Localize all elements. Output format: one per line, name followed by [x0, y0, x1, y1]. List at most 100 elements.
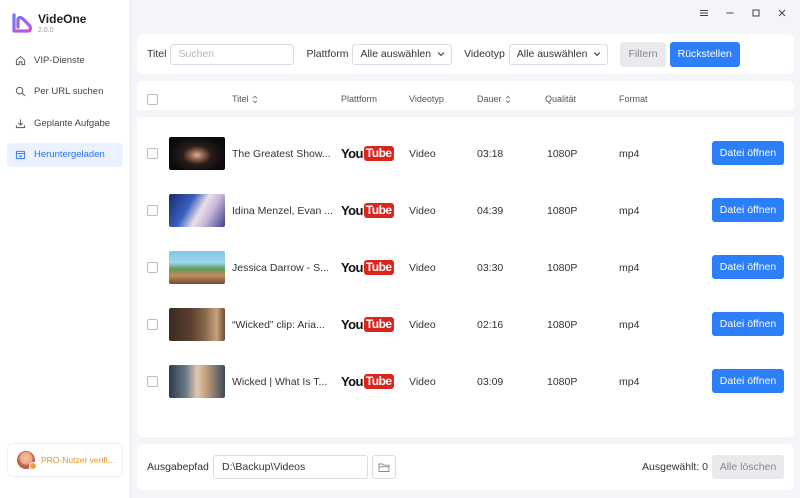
video-thumbnail[interactable]: [169, 137, 225, 170]
video-thumbnail[interactable]: [169, 251, 225, 284]
video-thumbnail[interactable]: [169, 308, 225, 341]
pro-user-card[interactable]: PRO-Nutzer verifi...: [7, 443, 123, 477]
sort-icon: [252, 95, 257, 103]
sidebar-item-downloaded[interactable]: Heruntergeladen: [7, 142, 123, 167]
column-header-videotype: Videotyp: [409, 94, 444, 104]
youtube-logo-you: You: [341, 374, 363, 389]
platform-select[interactable]: Alle auswählen: [352, 43, 453, 65]
videotype-select[interactable]: Alle auswählen: [508, 43, 609, 65]
sidebar-item-vip[interactable]: VIP-Dienste: [7, 48, 123, 72]
videotype-filter-label: Videotyp: [464, 48, 505, 60]
select-all-checkbox[interactable]: [147, 94, 158, 105]
video-title: Wicked | What Is T...: [232, 376, 328, 388]
video-title: The Greatest Show...: [232, 148, 331, 160]
app-window: VideOne 2.0.0 VIP-Dienste Per URL suchen: [0, 0, 800, 498]
clear-all-button[interactable]: Alle löschen: [712, 455, 784, 479]
youtube-logo-icon: You Tube: [341, 260, 394, 275]
downloads-table: Titel Plattform Videotyp Dauer Qualität …: [137, 81, 794, 437]
video-title: Jessica Darrow - S...: [232, 262, 329, 274]
column-header-label: Qualität: [545, 94, 577, 104]
menu-icon[interactable]: [698, 7, 710, 19]
crown-badge-icon: [29, 462, 37, 470]
open-file-button[interactable]: Datei öffnen: [712, 141, 784, 165]
app-version: 2.0.0: [38, 27, 54, 34]
table-row: Jessica Darrow - S... You Tube Video 03:3…: [137, 238, 794, 295]
video-duration: 03:09: [477, 376, 504, 388]
filter-bar: Titel Plattform Alle auswählen Videotyp …: [137, 34, 794, 74]
open-file-button[interactable]: Datei öffnen: [712, 369, 784, 393]
browse-folder-button[interactable]: [372, 455, 396, 479]
row-checkbox[interactable]: [147, 205, 158, 216]
table-row: The Greatest Show... You Tube Video 03:18…: [137, 124, 794, 181]
row-checkbox[interactable]: [147, 319, 158, 330]
output-path-input[interactable]: [213, 455, 368, 479]
youtube-logo-you: You: [341, 317, 363, 332]
video-type: Video: [409, 319, 436, 331]
maximize-icon[interactable]: [750, 7, 762, 19]
column-header-title[interactable]: Titel: [232, 94, 258, 104]
table-body: The Greatest Show... You Tube Video 03:18…: [137, 124, 794, 409]
video-quality: 1080P: [547, 376, 578, 388]
column-header-label: Dauer: [477, 94, 502, 104]
youtube-logo-icon: You Tube: [341, 317, 394, 332]
download-icon: [15, 118, 26, 129]
app-name: VideOne: [38, 12, 87, 26]
video-thumbnail[interactable]: [169, 365, 225, 398]
row-checkbox[interactable]: [147, 376, 158, 387]
open-file-button[interactable]: Datei öffnen: [712, 312, 784, 336]
platform-filter-label: Plattform: [306, 48, 349, 60]
brand: VideOne 2.0.0: [11, 12, 86, 35]
window-controls: [698, 7, 788, 19]
youtube-logo-tube: Tube: [363, 374, 394, 389]
row-checkbox[interactable]: [147, 262, 158, 273]
video-format: mp4: [619, 376, 640, 388]
video-type: Video: [409, 205, 436, 217]
column-header-label: Videotyp: [409, 94, 444, 104]
video-quality: 1080P: [547, 319, 578, 331]
chevron-down-icon: [594, 52, 601, 57]
youtube-logo-tube: Tube: [363, 203, 394, 218]
video-thumbnail[interactable]: [169, 194, 225, 227]
sidebar-item-url-search[interactable]: Per URL suchen: [7, 80, 123, 104]
sort-icon: [505, 95, 510, 103]
search-icon: [15, 86, 26, 97]
youtube-logo-you: You: [341, 146, 363, 161]
table-header: Titel Plattform Videotyp Dauer Qualität …: [137, 81, 794, 117]
sidebar-item-label: Geplante Aufgabe: [34, 117, 111, 129]
title-search-input[interactable]: [170, 43, 295, 65]
filter-button[interactable]: Filtern: [620, 41, 666, 67]
table-row: “Wicked” clip: Aria... You Tube Video 02:…: [137, 295, 794, 352]
video-format: mp4: [619, 205, 640, 217]
column-header-label: Titel: [232, 94, 249, 104]
video-quality: 1080P: [547, 205, 578, 217]
sidebar-nav: VIP-Dienste Per URL suchen Geplante Aufg…: [7, 48, 123, 174]
sidebar-item-scheduled[interactable]: Geplante Aufgabe: [7, 111, 123, 135]
open-file-button[interactable]: Datei öffnen: [712, 255, 784, 279]
video-type: Video: [409, 262, 436, 274]
minimize-icon[interactable]: [724, 7, 736, 19]
column-header-duration[interactable]: Dauer: [477, 94, 511, 104]
column-header-label: Format: [619, 94, 648, 104]
youtube-logo-icon: You Tube: [341, 374, 394, 389]
sidebar-item-label: VIP-Dienste: [34, 54, 85, 66]
video-quality: 1080P: [547, 148, 578, 160]
output-path-label: Ausgabepfad: [147, 461, 209, 473]
home-icon: [15, 55, 26, 66]
video-duration: 03:30: [477, 262, 504, 274]
pro-user-label: PRO-Nutzer verifi...: [41, 455, 115, 465]
video-format: mp4: [619, 148, 640, 160]
reset-button[interactable]: Rückstellen: [669, 41, 740, 67]
video-duration: 04:39: [477, 205, 504, 217]
close-icon[interactable]: [776, 7, 788, 19]
video-duration: 03:18: [477, 148, 504, 160]
sidebar-item-label: Heruntergeladen: [34, 149, 105, 160]
video-quality: 1080P: [547, 262, 578, 274]
open-file-button[interactable]: Datei öffnen: [712, 198, 784, 222]
table-row: Wicked | What Is T... You Tube Video 03:0…: [137, 352, 794, 409]
row-checkbox[interactable]: [147, 148, 158, 159]
downloaded-box-icon: [15, 149, 26, 160]
videotype-select-value: Alle auswählen: [516, 48, 588, 60]
selected-count: Ausgewählt: 0: [642, 461, 708, 473]
sidebar-item-label: Per URL suchen: [34, 86, 104, 97]
folder-icon: [378, 463, 390, 472]
